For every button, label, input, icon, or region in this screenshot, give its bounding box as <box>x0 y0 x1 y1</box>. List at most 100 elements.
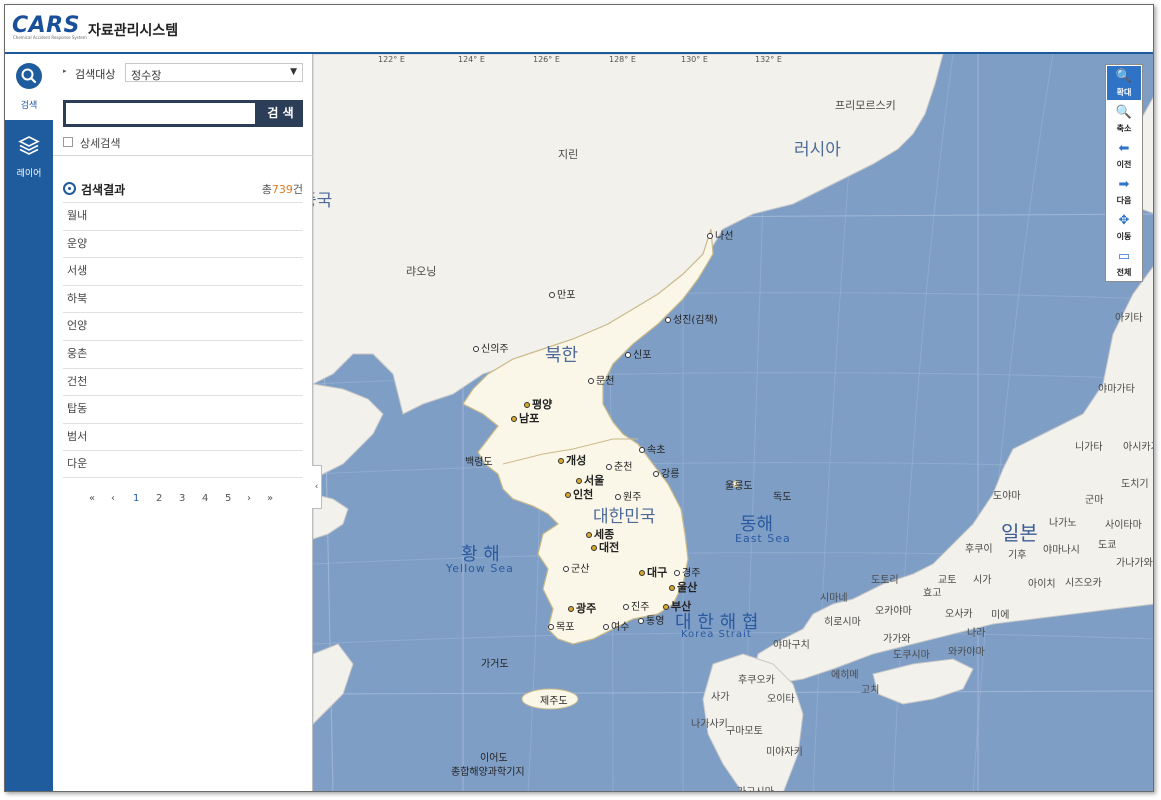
city-label: 부산 <box>671 600 692 613</box>
nav-layer-button[interactable]: 레이어 <box>5 126 53 192</box>
japan-label: 기후 <box>1008 550 1027 561</box>
city-label: 만포 <box>557 290 576 301</box>
city-marker[interactable]: 경주 <box>674 564 700 579</box>
city-dot-icon <box>653 471 659 477</box>
search-button[interactable]: 검 색 <box>258 100 303 127</box>
japan-label: 나가사키 <box>691 719 728 730</box>
list-item[interactable]: 범서 <box>63 422 303 451</box>
page-1-button[interactable]: 1 <box>133 493 139 504</box>
pan-button[interactable]: ✥ 이동 <box>1107 210 1141 244</box>
city-marker[interactable]: 대전 <box>591 539 619 555</box>
city-marker[interactable]: 신의주 <box>473 340 509 355</box>
count-prefix: 총 <box>261 183 272 196</box>
city-marker[interactable]: 신포 <box>625 346 651 361</box>
map-view[interactable]: 122° E 124° E 126° E 128° E 130° E 132° … <box>313 54 1153 791</box>
city-label-standalone[interactable]: 울릉도 <box>725 477 753 492</box>
zoom-out-button[interactable]: 🔍 축소 <box>1107 102 1141 136</box>
city-dot-icon <box>603 624 609 630</box>
city-marker[interactable]: 개성 <box>558 452 586 468</box>
nav-layer-label: 레이어 <box>16 169 42 179</box>
city-label: 나선 <box>715 231 734 242</box>
search-icon <box>16 63 42 89</box>
city-label: 속초 <box>647 445 666 456</box>
japan-label: 히로시마 <box>824 617 861 628</box>
search-input[interactable] <box>63 100 258 127</box>
city-marker[interactable]: 울산 <box>669 579 697 595</box>
city-label-standalone[interactable]: 가거도 <box>481 655 509 670</box>
city-dot-icon <box>511 416 517 422</box>
city-marker[interactable]: 성진(김책) <box>665 311 718 326</box>
zoom-in-label: 확대 <box>1116 88 1132 97</box>
city-marker[interactable]: 문천 <box>588 372 614 387</box>
search-target-select[interactable]: 정수장 ▼ <box>125 63 303 82</box>
list-item[interactable]: 언양 <box>63 312 303 340</box>
search-target-row: ▸ 검색대상 정수장 ▼ <box>63 63 303 83</box>
city-marker[interactable]: 광주 <box>568 600 596 616</box>
list-item[interactable]: 월내 <box>63 202 303 230</box>
full-extent-button[interactable]: ▭ 전체 <box>1107 246 1141 280</box>
advanced-search-checkbox[interactable] <box>63 137 73 147</box>
search-row: 검 색 <box>63 100 303 127</box>
city-label-standalone[interactable]: 독도 <box>773 488 791 503</box>
city-marker[interactable]: 나선 <box>707 227 733 242</box>
city-dot-icon <box>707 233 713 239</box>
count-suffix: 건 <box>292 183 303 196</box>
japan-label: 가고시마 <box>737 783 774 791</box>
japan-label: 사가 <box>711 692 730 703</box>
zoom-in-button[interactable]: 🔍 확대 <box>1107 66 1141 100</box>
city-marker[interactable]: 부산 <box>663 598 691 614</box>
city-label-standalone[interactable]: 백령도 <box>465 453 493 468</box>
list-item[interactable]: 서생 <box>63 257 303 285</box>
city-dot-icon <box>588 378 594 384</box>
page-2-button[interactable]: 2 <box>156 493 162 504</box>
page-3-button[interactable]: 3 <box>179 493 185 504</box>
city-marker[interactable]: 대구 <box>639 564 667 580</box>
next-page-button[interactable]: › <box>247 493 251 504</box>
list-item[interactable]: 웅촌 <box>63 339 303 368</box>
japan-label: 나가노 <box>1049 518 1077 529</box>
list-item[interactable]: 하북 <box>63 284 303 313</box>
city-dot-icon <box>563 566 569 572</box>
prev-page-button[interactable]: ‹ <box>111 493 115 504</box>
pan-label: 이동 <box>1116 232 1132 241</box>
nav-search-button[interactable]: 검색 <box>5 54 53 120</box>
city-marker[interactable]: 원주 <box>615 488 641 503</box>
city-marker[interactable]: 만포 <box>549 286 575 301</box>
zoom-out-label: 축소 <box>1116 124 1132 133</box>
city-marker[interactable]: 목포 <box>548 618 574 633</box>
list-item[interactable]: 탑동 <box>63 395 303 423</box>
city-marker[interactable]: 통영 <box>638 612 664 627</box>
city-marker[interactable]: 여수 <box>603 618 629 633</box>
page-4-button[interactable]: 4 <box>202 493 208 504</box>
advanced-search-label[interactable]: 상세검색 <box>80 135 120 151</box>
results-header: 검색결과 총739건 <box>63 179 303 201</box>
chevron-left-icon: ‹ <box>314 482 319 492</box>
collapse-panel-button[interactable]: ‹ <box>312 465 322 509</box>
previous-button[interactable]: ⬅ 이전 <box>1107 138 1141 172</box>
city-marker[interactable]: 강릉 <box>653 465 679 480</box>
last-page-button[interactable]: » <box>267 493 273 504</box>
target-circle-icon <box>63 182 76 195</box>
city-label: 여수 <box>611 622 630 633</box>
japan-label: 야마나시 <box>1043 545 1080 556</box>
next-button[interactable]: ➡ 다음 <box>1107 174 1141 208</box>
city-marker[interactable]: 진주 <box>623 598 649 613</box>
japan-label: 군마 <box>1085 495 1104 506</box>
city-label-standalone[interactable]: 이어도 <box>480 749 508 764</box>
city-dot-icon <box>663 604 669 610</box>
list-item[interactable]: 건천 <box>63 367 303 396</box>
city-label-standalone[interactable]: 종합해양과학기지 <box>451 763 525 778</box>
city-label-standalone[interactable]: 제주도 <box>540 692 568 707</box>
city-marker[interactable]: 춘천 <box>606 458 632 473</box>
city-marker[interactable]: 군산 <box>563 560 589 575</box>
list-item[interactable]: 다운 <box>63 450 303 478</box>
first-page-button[interactable]: « <box>89 493 95 504</box>
results-count: 총739건 <box>262 181 303 197</box>
city-dot-icon <box>473 346 479 352</box>
city-marker[interactable]: 속초 <box>639 441 665 456</box>
page-5-button[interactable]: 5 <box>225 493 231 504</box>
cars-logo[interactable]: CARS Chemical Accident Response System <box>12 13 87 43</box>
list-item[interactable]: 운양 <box>63 229 303 258</box>
city-marker[interactable]: 인천 <box>565 486 593 502</box>
city-marker[interactable]: 남포 <box>511 410 539 426</box>
